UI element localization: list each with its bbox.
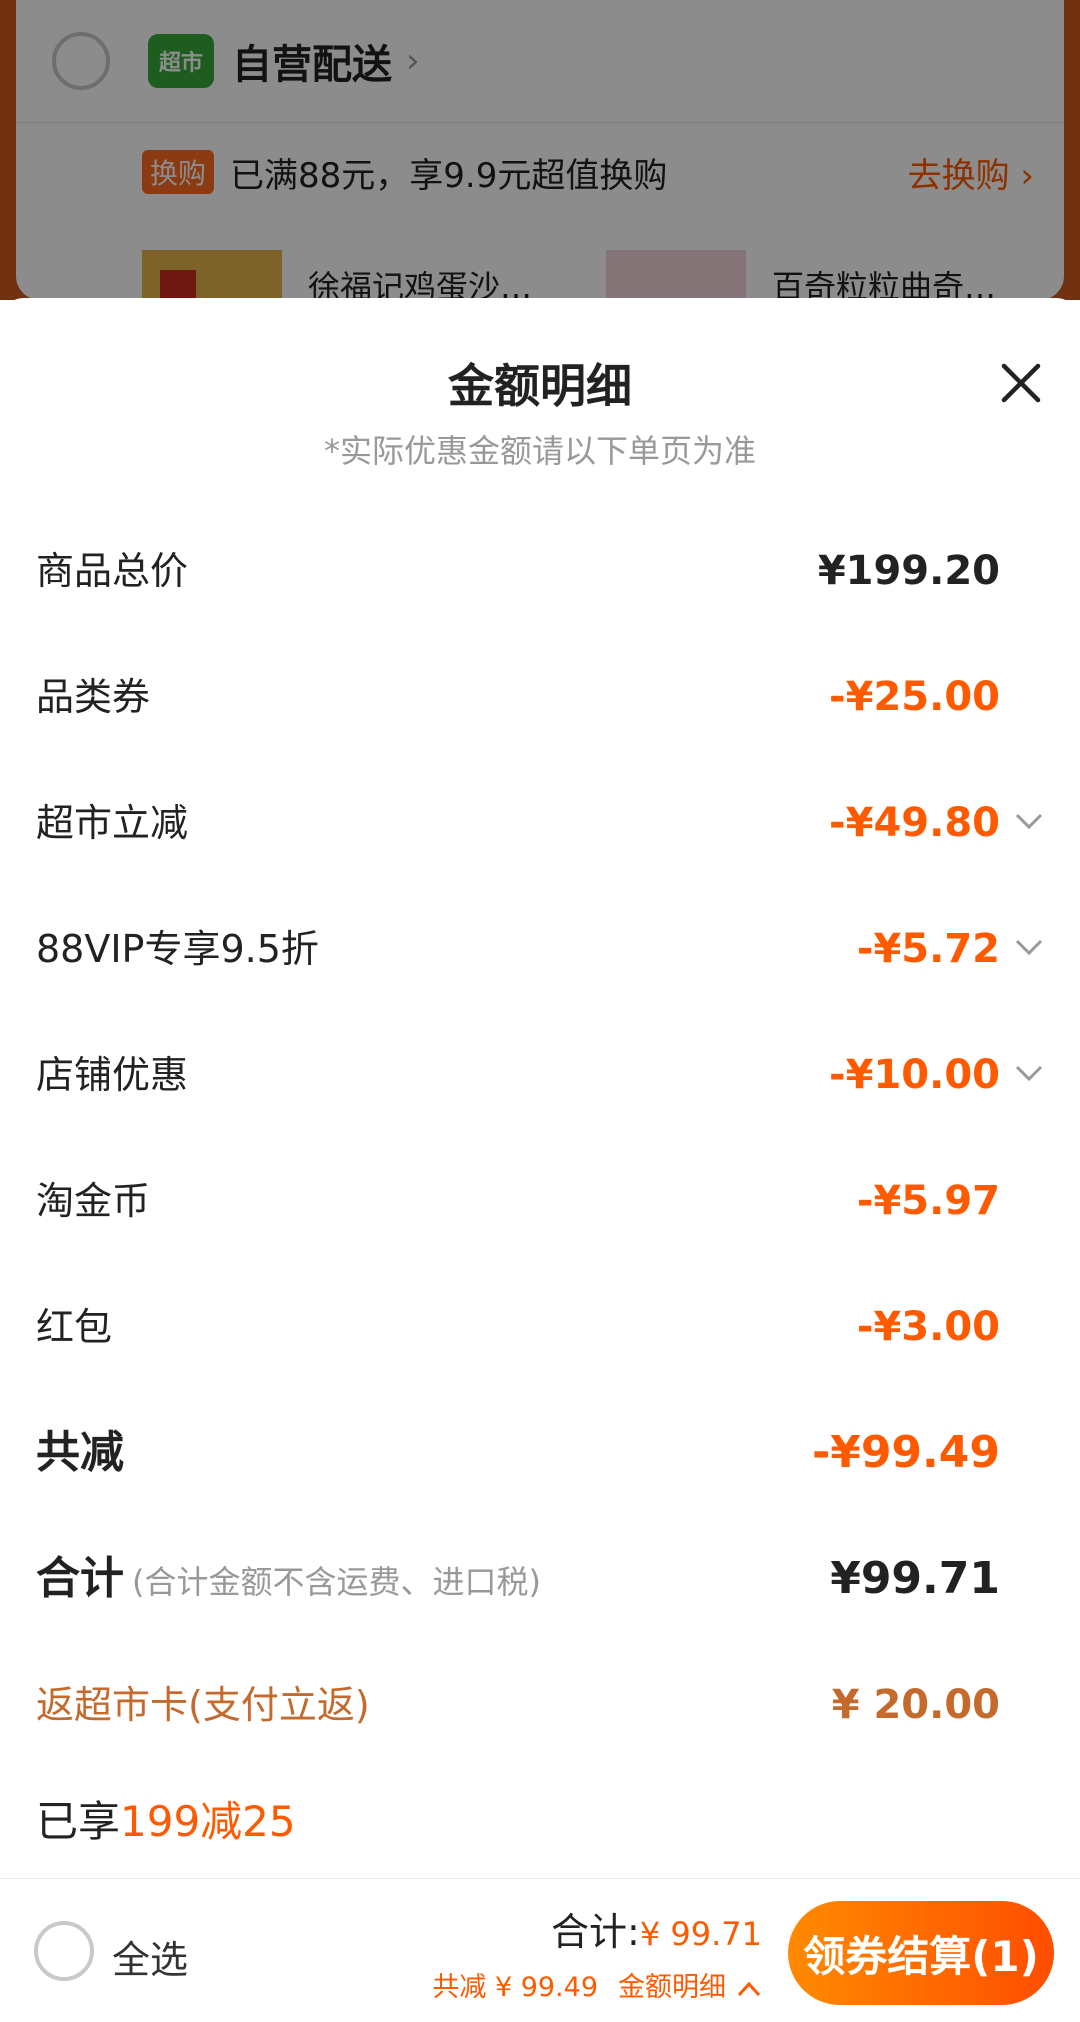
chevron-right-icon: › [406, 41, 420, 81]
chevron-down-icon[interactable] [1012, 930, 1046, 964]
row-store-discount[interactable]: 店铺优惠 -¥10.00 [0, 1012, 1080, 1138]
amount-rows: 商品总价 ¥199.20 品类券 -¥25.00 超市立减 -¥49.80 88… [0, 508, 1080, 1768]
row-market-discount[interactable]: 超市立减 -¥49.80 [0, 760, 1080, 886]
row-red-packet: 红包 -¥3.00 [0, 1264, 1080, 1390]
row-value: -¥10.00 [829, 1052, 1000, 1098]
row-value: -¥25.00 [829, 674, 1000, 720]
close-button[interactable] [996, 358, 1046, 408]
discount-text: 共减 ¥ 99.49 [432, 1972, 598, 2003]
chevron-down-icon[interactable] [1012, 804, 1046, 838]
row-value: ¥99.71 [830, 1553, 1000, 1604]
row-taojinbi: 淘金币 -¥5.97 [0, 1138, 1080, 1264]
swap-text: 已满88元，享9.9元超值换购 [230, 155, 668, 196]
store-header[interactable]: 超市 自营配送 › [16, 0, 1064, 122]
row-value: -¥49.80 [829, 800, 1000, 846]
swap-link[interactable]: 去换购 › [908, 148, 1034, 197]
row-value: -¥99.49 [811, 1427, 1000, 1478]
enjoyed-prefix: 已享 [36, 1797, 121, 1846]
row-total-discount: 共减 -¥99.49 [0, 1390, 1080, 1516]
swap-badge: 换购 [142, 150, 215, 194]
select-all-label[interactable]: 全选 [112, 1929, 188, 1984]
row-label: 合计 (合计金额不含运费、进口税) [36, 1516, 541, 1642]
store-name[interactable]: 自营配送 [232, 32, 392, 90]
store-card: 超市 自营配送 › 换购 已满88元，享9.9元超值换购 去换购 › 徐福记鸡蛋… [16, 0, 1064, 310]
total-amount: ¥ 99.71 [639, 1915, 762, 1953]
cart-background: 超市 自营配送 › 换购 已满88元，享9.9元超值换购 去换购 › 徐福记鸡蛋… [0, 0, 1080, 310]
row-label: 返超市卡(支付立返) [36, 1683, 370, 1727]
row-goods-total: 商品总价 ¥199.20 [0, 508, 1080, 634]
row-sum: 合计 (合计金额不含运费、进口税) ¥99.71 [0, 1516, 1080, 1642]
row-value: -¥5.72 [856, 926, 1000, 972]
row-value: -¥3.00 [856, 1304, 1000, 1350]
row-label: 淘金币 [36, 1179, 151, 1223]
row-value: ¥199.20 [817, 548, 1000, 594]
checkout-bar: 全选 合计:¥ 99.71 共减 ¥ 99.49 金额明细 领券结算(1) [0, 1878, 1080, 2022]
select-all-radio[interactable] [34, 1921, 94, 1981]
row-value: -¥5.97 [856, 1178, 1000, 1224]
row-vip-discount[interactable]: 88VIP专享9.5折 -¥5.72 [0, 886, 1080, 1012]
enjoyed-promo: 已享199减25 [36, 1788, 296, 1849]
bottom-total: 合计:¥ 99.71 [551, 1901, 762, 1956]
row-value: ¥ 20.00 [831, 1682, 1000, 1728]
swap-promo-row[interactable]: 换购 已满88元，享9.9元超值换购 去换购 › [16, 122, 1064, 222]
row-label: 店铺优惠 [36, 1053, 189, 1097]
store-select-radio[interactable] [52, 32, 110, 90]
row-rebate: 返超市卡(支付立返) ¥ 20.00 [0, 1642, 1080, 1768]
total-label: 合计: [551, 1910, 640, 1954]
row-category-coupon: 品类券 -¥25.00 [0, 634, 1080, 760]
enjoyed-highlight: 199减25 [120, 1797, 296, 1846]
bottom-discount-line[interactable]: 共减 ¥ 99.49 金额明细 [432, 1965, 762, 2004]
sum-note: (合计金额不含运费、进口税) [132, 1563, 541, 1601]
row-label: 共减 [36, 1427, 124, 1478]
chevron-up-icon[interactable] [736, 1979, 762, 1999]
chevron-down-icon[interactable] [1012, 1056, 1046, 1090]
sheet-title: 金额明细 [448, 359, 632, 413]
close-icon [1001, 363, 1041, 403]
row-label: 商品总价 [36, 549, 189, 593]
amount-detail-link[interactable]: 金额明细 [618, 1972, 726, 2003]
checkout-button[interactable]: 领券结算(1) [788, 1901, 1054, 2005]
amount-detail-sheet: 金额明细 *实际优惠金额请以下单页为准 商品总价 ¥199.20 品类券 -¥2… [0, 298, 1080, 1878]
row-label: 88VIP专享9.5折 [36, 927, 319, 971]
row-label: 超市立减 [36, 801, 189, 845]
supermarket-logo: 超市 [148, 34, 214, 88]
row-label: 红包 [36, 1305, 113, 1349]
sum-label: 合计 [36, 1553, 124, 1604]
row-label: 品类券 [36, 675, 151, 719]
sheet-subtitle: *实际优惠金额请以下单页为准 [323, 432, 756, 470]
